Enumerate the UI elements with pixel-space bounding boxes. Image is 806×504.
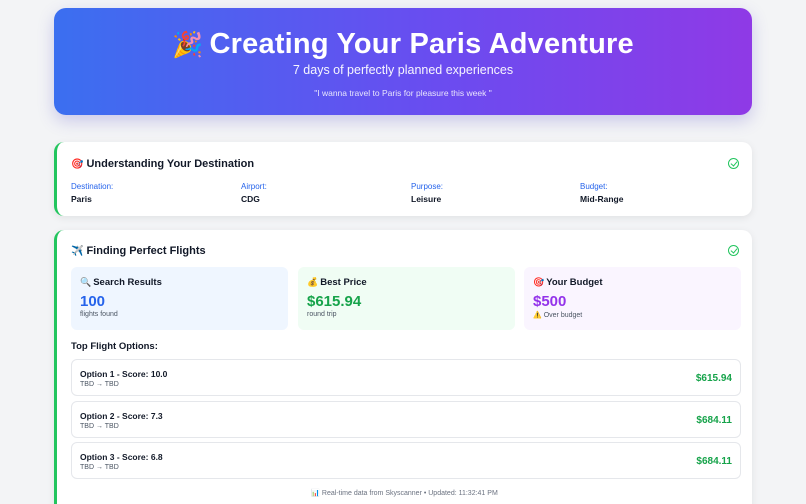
top-flight-options-heading: Top Flight Options: — [71, 341, 158, 352]
magnifier-icon: 🔍 — [80, 277, 92, 287]
target-icon: 🎯 — [533, 277, 545, 287]
airport-field: Airport: CDG — [241, 182, 401, 204]
hero-quote: "I wanna travel to Paris for pleasure th… — [314, 88, 492, 98]
over-budget-warning: ⚠️ Over budget — [533, 311, 732, 319]
destination-value: Paris — [71, 194, 92, 204]
hero-title: 🎉 Creating Your Paris Adventure — [54, 28, 752, 61]
flight-option[interactable]: Option 3 - Score: 6.8 TBD → TBD $684.11 — [71, 442, 741, 479]
flight-option-route: TBD → TBD — [80, 381, 119, 388]
flight-option-route: TBD → TBD — [80, 464, 119, 471]
data-source-text: Real-time data from Skyscanner • Updated… — [321, 490, 498, 497]
flight-option-name: Option 3 - Score: 6.8 — [80, 452, 163, 462]
flight-option[interactable]: Option 1 - Score: 10.0 TBD → TBD $615.94 — [71, 359, 741, 396]
search-results-stat: 🔍 Search Results 100 flights found — [71, 267, 288, 330]
destination-field: Destination: Paris — [71, 182, 231, 204]
airport-value: CDG — [241, 194, 260, 204]
flight-option[interactable]: Option 2 - Score: 7.3 TBD → TBD $684.11 — [71, 401, 741, 438]
flight-option-name: Option 1 - Score: 10.0 — [80, 369, 168, 379]
flight-option-name: Option 2 - Score: 7.3 — [80, 411, 163, 421]
flights-card-title: ✈️ Finding Perfect Flights — [71, 245, 206, 257]
check-circle-icon — [728, 245, 739, 256]
destination-card-title-text: Understanding Your Destination — [86, 158, 255, 170]
hero-title-text: Creating Your Paris Adventure — [209, 28, 634, 60]
party-popper-icon: 🎉 — [172, 31, 204, 59]
flight-option-price: $684.11 — [696, 456, 732, 467]
search-results-title-text: Search Results — [93, 277, 162, 288]
flight-option-price: $684.11 — [696, 415, 732, 426]
over-budget-text: Over budget — [543, 312, 583, 319]
chart-icon: 📊 — [311, 490, 320, 497]
flight-option-price: $615.94 — [695, 373, 732, 384]
purpose-label: Purpose: — [411, 182, 444, 191]
search-results-count: 100 — [80, 293, 106, 310]
data-source-footer: 📊 Real-time data from Skyscanner • Update… — [57, 489, 752, 497]
flights-card-title-text: Finding Perfect Flights — [86, 245, 206, 257]
search-results-title: 🔍 Search Results — [80, 277, 279, 288]
budget-value: Mid-Range — [580, 194, 624, 204]
purpose-value: Leisure — [411, 194, 442, 204]
purpose-field: Purpose: Leisure — [411, 182, 571, 204]
best-price-sub: round trip — [307, 311, 337, 318]
your-budget-stat: 🎯 Your Budget $500 ⚠️ Over budget — [524, 267, 741, 330]
hero-subtitle: 7 days of perfectly planned experiences — [292, 63, 514, 77]
budget-field: Budget: Mid-Range — [580, 182, 740, 204]
best-price-stat: 💰 Best Price $615.94 round trip — [298, 267, 515, 330]
airport-label: Airport: — [241, 182, 267, 191]
destination-card: 🎯 Understanding Your Destination Destinat… — [54, 142, 752, 216]
flights-card: ✈️ Finding Perfect Flights 🔍 Search Result… — [54, 230, 752, 504]
warning-icon: ⚠️ — [533, 312, 542, 319]
check-circle-icon — [728, 158, 739, 169]
best-price-title-text: Best Price — [320, 277, 367, 288]
hero-banner: 🎉 Creating Your Paris Adventure 7 days of… — [54, 8, 752, 115]
destination-label: Destination: — [71, 182, 114, 191]
your-budget-title-text: Your Budget — [546, 277, 603, 288]
airplane-icon: ✈️ — [71, 246, 84, 257]
money-bag-icon: 💰 — [307, 277, 319, 287]
best-price-value: $615.94 — [307, 293, 362, 310]
budget-label: Budget: — [580, 182, 608, 191]
your-budget-value: $500 — [533, 293, 567, 310]
best-price-title: 💰 Best Price — [307, 277, 506, 288]
flight-option-route: TBD → TBD — [80, 423, 119, 430]
your-budget-title: 🎯 Your Budget — [533, 277, 732, 288]
search-results-sub: flights found — [80, 311, 118, 318]
target-icon: 🎯 — [71, 159, 84, 170]
destination-card-title: 🎯 Understanding Your Destination — [71, 158, 254, 170]
